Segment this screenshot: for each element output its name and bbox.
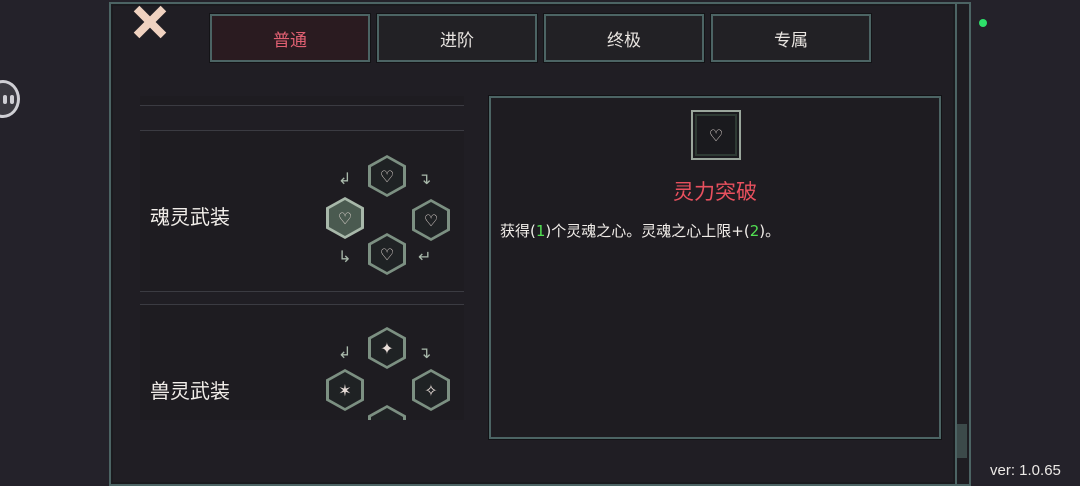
arrow-icon: ↳ — [338, 247, 352, 266]
scrollbar-thumb[interactable] — [957, 424, 967, 458]
skill-hex-icon[interactable] — [368, 405, 406, 420]
tab-normal[interactable]: 普通 — [209, 13, 371, 63]
scrollbar-track[interactable] — [955, 2, 971, 486]
claw-icon[interactable]: ✶ — [326, 369, 364, 411]
side-avatar[interactable] — [0, 80, 20, 118]
version-label: ver: 1.0.65 — [990, 462, 1061, 479]
equipment-set-list[interactable]: 魂灵武装 ↲ ↴ ↵ ↳ ♡ ♡ ♡ ♡ 兽灵武装 ↲ ↴ ✦ ✧ ✶ — [140, 96, 464, 420]
soul-arms-icon[interactable]: ♡ — [368, 155, 406, 197]
list-item[interactable] — [140, 96, 464, 106]
set-name: 魂灵武装 — [150, 205, 230, 229]
arrow-icon: ↴ — [418, 343, 432, 362]
slash-icon[interactable]: ✧ — [412, 369, 450, 411]
close-icon[interactable] — [133, 5, 167, 39]
tab-advanced[interactable]: 进阶 — [376, 13, 538, 63]
broken-heart-icon[interactable]: ♡ — [412, 199, 450, 241]
arrow-icon: ↴ — [418, 169, 432, 188]
list-item-beast-arms[interactable]: 兽灵武装 ↲ ↴ ✦ ✧ ✶ — [140, 304, 464, 420]
beast-paw-icon[interactable]: ✦ — [368, 327, 406, 369]
tab-ultimate[interactable]: 终极 — [543, 13, 705, 63]
soul-power-icon[interactable]: ♡ — [326, 197, 364, 239]
soul-power-icon: ♡ — [691, 110, 741, 160]
skill-cycle: ↲ ↴ ✦ ✧ ✶ — [320, 327, 450, 420]
arrow-icon: ↲ — [338, 169, 352, 188]
skill-title: 灵力突破 — [673, 180, 757, 204]
skill-description: 获得(1)个灵魂之心。灵魂之心上限+(2)。 — [500, 222, 781, 240]
heart-sword-icon[interactable]: ♡ — [368, 233, 406, 275]
set-name: 兽灵武装 — [150, 379, 230, 403]
arrow-icon: ↲ — [338, 343, 352, 362]
list-item-soul-arms[interactable]: 魂灵武装 ↲ ↴ ↵ ↳ ♡ ♡ ♡ ♡ — [140, 130, 464, 292]
status-indicator — [979, 19, 987, 27]
skill-detail-panel: ♡ 灵力突破 获得(1)个灵魂之心。灵魂之心上限+(2)。 — [489, 96, 941, 439]
tab-exclusive[interactable]: 专属 — [710, 13, 872, 63]
skill-cycle: ↲ ↴ ↵ ↳ ♡ ♡ ♡ ♡ — [320, 155, 450, 285]
arrow-icon: ↵ — [418, 247, 432, 266]
